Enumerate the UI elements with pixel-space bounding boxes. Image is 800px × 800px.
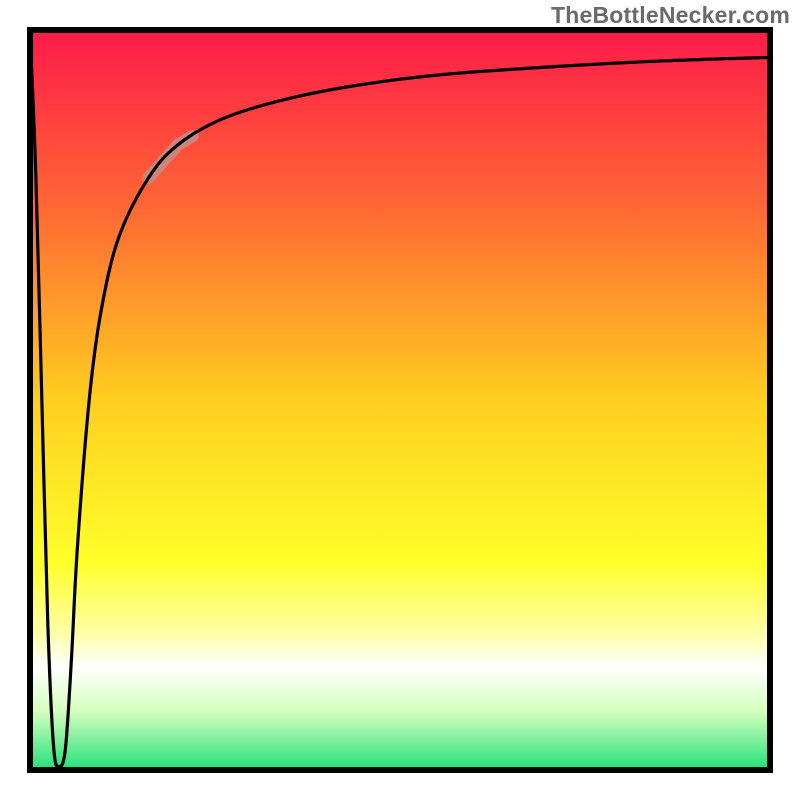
gradient-background bbox=[30, 30, 770, 770]
bottleneck-chart bbox=[0, 0, 800, 800]
watermark-text: TheBottleNecker.com bbox=[551, 2, 790, 29]
plot-area bbox=[30, 30, 770, 770]
